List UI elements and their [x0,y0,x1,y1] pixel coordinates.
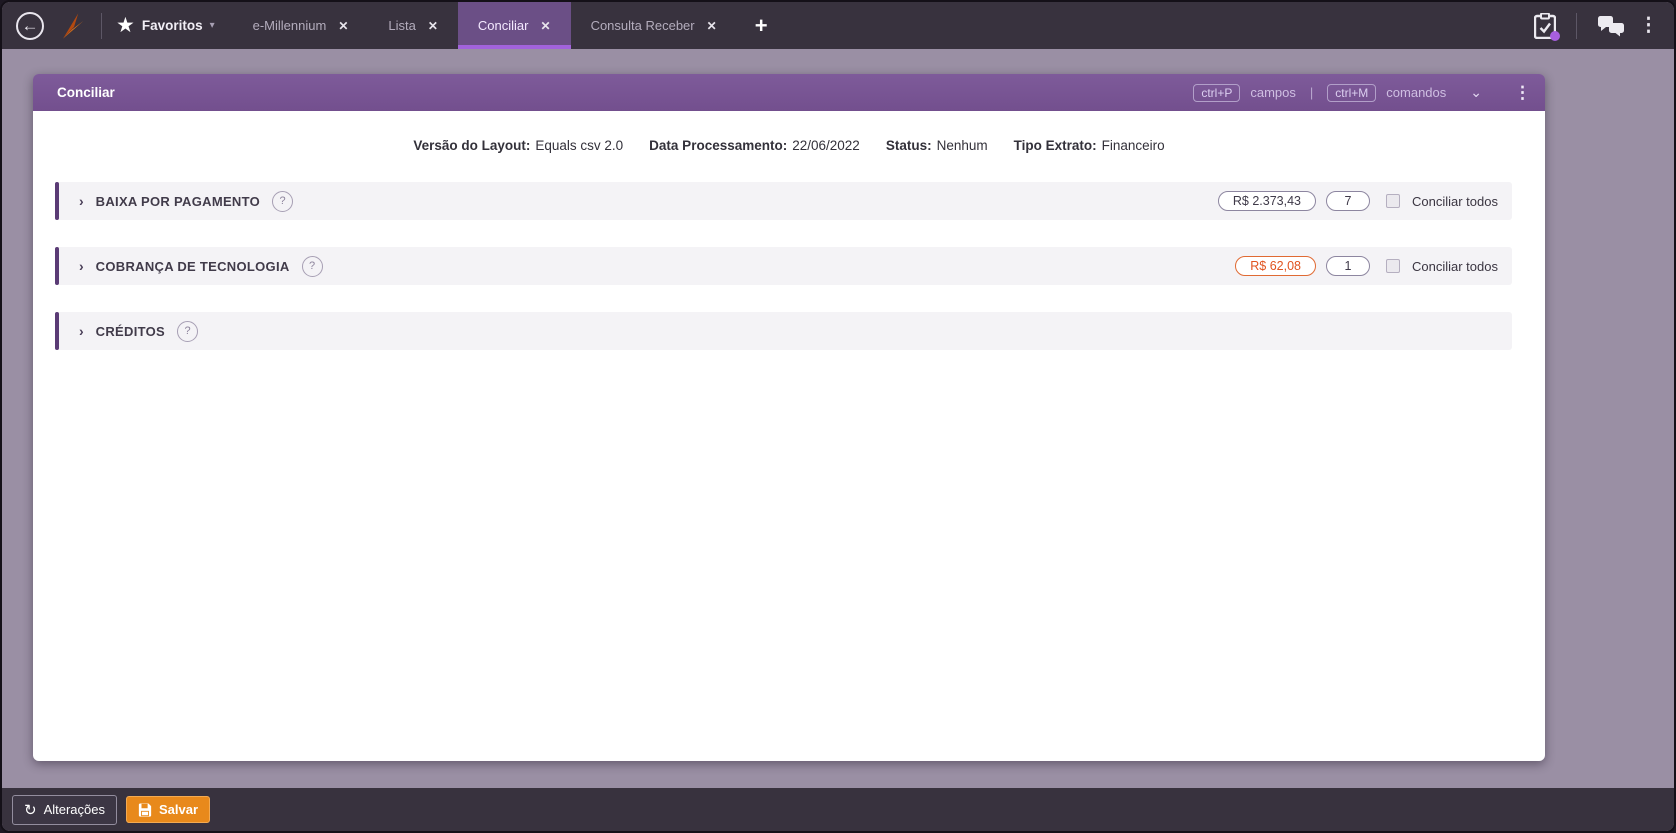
info-label: Status: [885,138,932,153]
count-pill[interactable]: 7 [1326,191,1370,211]
conciliar-todos-checkbox[interactable] [1386,259,1400,273]
back-button[interactable]: ← [16,11,44,40]
expand-chevron-icon[interactable]: › [79,258,84,274]
info-processing-date: Data Processamento: 22/06/2022 [649,138,860,153]
alteracoes-label: Alterações [43,802,105,817]
salvar-label: Salvar [159,802,199,817]
count-pill[interactable]: 1 [1326,256,1370,276]
star-icon: ★ [116,14,135,37]
help-icon[interactable]: ? [301,255,323,277]
chevron-down-icon: ▾ [209,20,215,31]
window-title: Conciliar [57,85,115,100]
info-label: Versão do Layout: [413,138,531,153]
sections-list: › BAIXA POR PAGAMENTO ? R$ 2.373,43 7 Co… [33,182,1545,350]
close-icon[interactable]: ✕ [707,19,717,33]
shortcut-commands-label[interactable]: comandos [1386,85,1446,100]
section-summary: R$ 62,08 1 Conciliar todos [1235,256,1498,276]
chat-bubbles-icon [1597,15,1625,37]
help-icon[interactable]: ? [272,190,294,212]
new-tab-button[interactable]: + [737,2,786,49]
info-layout-version: Versão do Layout: Equals csv 2.0 [413,138,623,153]
section-label: BAIXA POR PAGAMENTO [95,193,261,209]
top-bar-divider [101,12,102,39]
messages-button[interactable] [1597,15,1625,37]
section-label: COBRANÇA DE TECNOLOGIA [95,258,290,274]
info-value: 22/06/2022 [792,138,860,153]
info-value: Financeiro [1101,138,1165,153]
tab-lista[interactable]: Lista ✕ [368,2,458,49]
top-bar: ← ★ Favoritos ▾ e-Millennium ✕ Lista ✕ C… [2,2,1674,49]
close-icon[interactable]: ✕ [338,19,348,33]
tab-conciliar[interactable]: Conciliar ✕ [457,2,571,49]
top-bar-divider [1576,12,1577,39]
tab-label: Consulta Receber [590,18,695,33]
shortcut-fields-label[interactable]: campos [1250,85,1296,100]
info-extract-type: Tipo Extrato: Financeiro [1014,138,1165,153]
top-bar-actions: ⋮ [1534,2,1674,49]
notification-dot [1550,30,1560,41]
plus-icon: + [754,12,768,38]
tasks-button[interactable] [1534,12,1560,41]
amount-pill[interactable]: R$ 2.373,43 [1217,191,1316,211]
conciliar-window: Conciliar ctrl+P campos | ctrl+M comando… [33,74,1545,761]
window-titlebar-actions: ctrl+P campos | ctrl+M comandos ⌄ ⋮ [1193,83,1531,103]
window-titlebar[interactable]: Conciliar ctrl+P campos | ctrl+M comando… [33,74,1545,111]
desktop-area: Conciliar ctrl+P campos | ctrl+M comando… [2,49,1674,788]
alteracoes-button[interactable]: ↺ Alterações [12,794,117,825]
tab-consulta-receber[interactable]: Consulta Receber ✕ [571,2,737,49]
bottom-action-bar: ↺ Alterações Salvar [2,788,1674,831]
help-icon[interactable]: ? [177,320,199,342]
tab-strip: e-Millennium ✕ Lista ✕ Conciliar ✕ Consu… [233,2,786,49]
favorites-menu[interactable]: ★ Favoritos ▾ [116,13,215,38]
section-label: CRÉDITOS [95,323,166,339]
overflow-menu-button[interactable]: ⋮ [1639,16,1658,35]
info-status: Status: Nenhum [886,138,988,153]
history-icon: ↺ [24,801,37,819]
info-label: Data Processamento: [649,138,788,153]
info-label: Tipo Extrato: [1013,138,1097,153]
tab-label: Conciliar [477,18,529,33]
top-bar-left: ← ★ Favoritos ▾ [2,2,233,49]
shortcut-fields-key: ctrl+P [1193,83,1241,102]
section-baixa-por-pagamento[interactable]: › BAIXA POR PAGAMENTO ? R$ 2.373,43 7 Co… [55,182,1512,220]
conciliar-todos-checkbox[interactable] [1386,194,1400,208]
checkbox-label: Conciliar todos [1412,193,1498,209]
expand-chevron-icon[interactable]: › [79,193,84,209]
collapse-chevron-icon[interactable]: ⌄ [1470,84,1482,101]
favorites-label: Favoritos [141,18,203,33]
window-overflow-menu[interactable]: ⋮ [1514,83,1531,103]
shortcut-separator: | [1309,85,1314,100]
section-summary: R$ 2.373,43 7 Conciliar todos [1217,191,1498,211]
back-icon: ← [21,15,39,35]
section-creditos[interactable]: › CRÉDITOS ? [55,312,1512,350]
info-value: Nenhum [936,138,988,153]
window-body: Versão do Layout: Equals csv 2.0 Data Pr… [33,111,1545,761]
info-value: Equals csv 2.0 [535,138,624,153]
section-cobranca-de-tecnologia[interactable]: › COBRANÇA DE TECNOLOGIA ? R$ 62,08 1 Co… [55,247,1512,285]
tab-label: Lista [388,18,416,33]
tab-label: e-Millennium [252,18,327,33]
floppy-disk-icon [138,802,152,817]
tab-e-millennium[interactable]: e-Millennium ✕ [233,2,369,49]
document-info-line: Versão do Layout: Equals csv 2.0 Data Pr… [33,138,1545,153]
close-icon[interactable]: ✕ [428,19,438,33]
app-logo-icon[interactable] [58,11,85,41]
salvar-button[interactable]: Salvar [126,796,211,823]
close-icon[interactable]: ✕ [541,19,551,33]
checkbox-label: Conciliar todos [1412,258,1498,274]
shortcut-commands-key: ctrl+M [1327,83,1377,102]
amount-pill[interactable]: R$ 62,08 [1235,256,1316,276]
app-screen: ← ★ Favoritos ▾ e-Millennium ✕ Lista ✕ C… [0,0,1676,833]
expand-chevron-icon[interactable]: › [79,323,84,339]
